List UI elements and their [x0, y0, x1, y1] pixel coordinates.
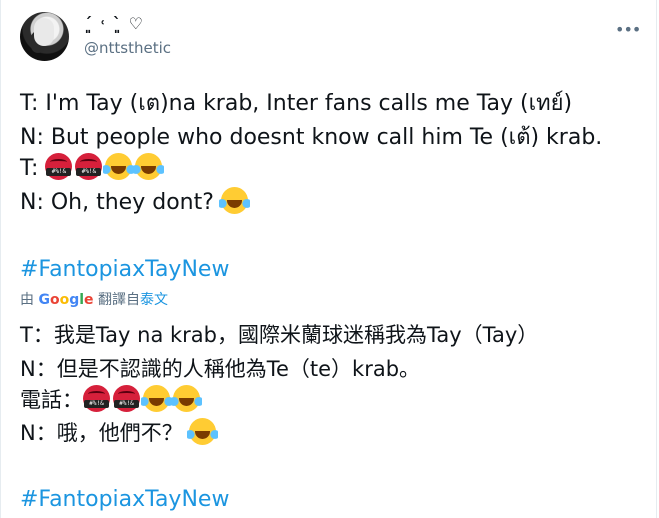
- translated-line-4: N：哦，他們不？: [20, 418, 219, 448]
- angry-face-icon: #%!&: [113, 385, 140, 412]
- angry-face-icon: #%!&: [75, 153, 103, 180]
- translated-hashtag-link[interactable]: #FantopiaxTayNew: [20, 485, 229, 515]
- translated-line-2: N：但是不認識的人稱他為Te（te）krab。: [20, 357, 421, 381]
- angry-face-icon: #%!&: [83, 385, 110, 412]
- tweet-line-1: T: I'm Tay (เต)na krab, Inter fans calls…: [20, 91, 573, 116]
- handle[interactable]: @nttsthetic: [84, 39, 171, 57]
- angry-face-icon: #%!&: [45, 153, 73, 180]
- tears-of-joy-icon: [133, 153, 165, 180]
- translation-attribution: 由 Google 翻譯自泰文: [20, 292, 168, 308]
- translated-line-1: T：我是Tay na krab，國際米蘭球迷稱我為Tay（Tay）: [20, 323, 539, 347]
- tears-of-joy-icon: [141, 385, 172, 412]
- source-language-link[interactable]: 泰文: [140, 292, 168, 308]
- more-options-icon[interactable]: •••: [615, 20, 641, 39]
- google-logo: Google: [38, 292, 94, 308]
- avatar[interactable]: [20, 12, 69, 61]
- display-name[interactable]: ˊ͈ ˓ ˋ͈ ♡: [84, 14, 144, 33]
- translated-line-4-text: N：哦，他們不？: [20, 421, 183, 445]
- tears-of-joy-icon: [218, 187, 250, 214]
- tweet-line-3-text: T:: [20, 156, 39, 181]
- tweet-line-4: N: Oh, they dont?: [20, 187, 251, 218]
- tears-of-joy-icon: [103, 153, 135, 180]
- tweet-line-4-text: N: Oh, they dont?: [20, 190, 214, 215]
- translated-line-3: 電話： #%!& #%!&: [20, 385, 203, 415]
- tweet-line-2: N: But people who doesnt know call him T…: [20, 125, 603, 150]
- translated-line-3-text: 電話：: [20, 388, 83, 412]
- tweet-line-3: T: #%!& #%!&: [20, 153, 165, 184]
- tears-of-joy-icon: [171, 385, 202, 412]
- hashtag-link[interactable]: #FantopiaxTayNew: [20, 255, 229, 285]
- tears-of-joy-icon: [187, 418, 219, 445]
